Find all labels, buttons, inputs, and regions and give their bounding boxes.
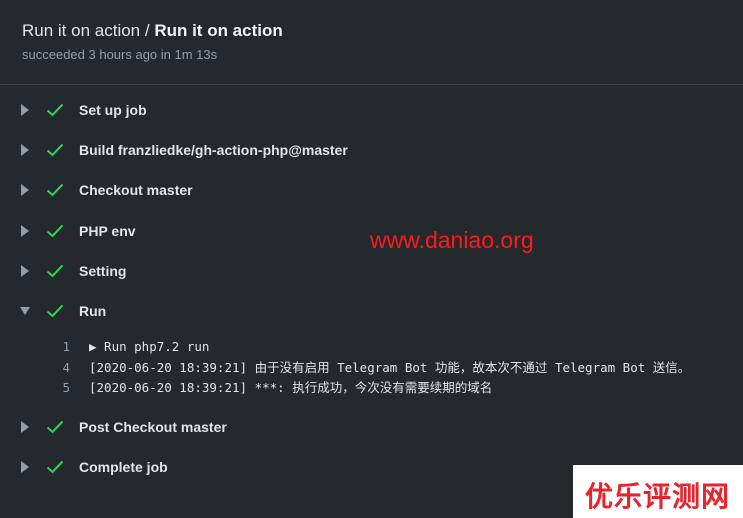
step-label: Checkout master bbox=[79, 182, 193, 199]
step-run-log: 1 ▶ Run php7.2 run 4 [2020-06-20 18:39:2… bbox=[0, 331, 743, 407]
job-header: Run it on action / Run it on action succ… bbox=[0, 0, 743, 85]
check-icon bbox=[46, 103, 64, 117]
step-label: Complete job bbox=[79, 458, 168, 475]
step-setting[interactable]: Setting bbox=[0, 251, 743, 291]
watermark-badge: 优乐评测网 bbox=[573, 465, 743, 518]
step-label: Build franzliedke/gh-action-php@master bbox=[79, 142, 348, 159]
chevron-right-icon[interactable] bbox=[20, 224, 30, 237]
log-line-text[interactable]: ▶ Run php7.2 run bbox=[89, 337, 209, 358]
log-line: 4 [2020-06-20 18:39:21] 由于没有启用 Telegram … bbox=[0, 358, 743, 379]
log-line-number[interactable]: 4 bbox=[40, 358, 70, 379]
step-label: Post Checkout master bbox=[79, 418, 227, 435]
log-line[interactable]: 1 ▶ Run php7.2 run bbox=[0, 337, 743, 358]
check-icon bbox=[46, 460, 64, 474]
page-title: Run it on action / Run it on action bbox=[22, 21, 283, 41]
title-separator: / bbox=[140, 21, 155, 40]
check-icon bbox=[46, 184, 64, 197]
chevron-right-icon[interactable] bbox=[20, 144, 30, 157]
badge-text: 优乐评测网 bbox=[585, 480, 731, 513]
site-watermark: www.daniao.org bbox=[370, 227, 534, 253]
log-line-text: [2020-06-20 18:39:21] ***: 执行成功，今次没有需要续期… bbox=[89, 380, 493, 396]
log-line-text: [2020-06-20 18:39:21] 由于没有启用 Telegram Bo… bbox=[89, 359, 691, 375]
check-icon bbox=[46, 420, 64, 434]
log-line: 5 [2020-06-20 18:39:21] ***: 执行成功，今次没有需要… bbox=[0, 378, 743, 399]
step-set-up-job[interactable]: Set up job bbox=[0, 90, 743, 130]
check-icon bbox=[46, 264, 64, 278]
step-label: PHP env bbox=[79, 222, 136, 239]
step-checkout-master[interactable]: Checkout master bbox=[0, 170, 743, 210]
step-label: Run bbox=[79, 303, 107, 320]
chevron-right-icon[interactable] bbox=[20, 104, 30, 117]
log-line-number[interactable]: 5 bbox=[40, 378, 70, 399]
steps-list: Set up job Build franzliedke/gh-action-p… bbox=[0, 90, 743, 487]
check-icon bbox=[46, 304, 64, 318]
chevron-down-icon[interactable] bbox=[20, 305, 30, 317]
step-run[interactable]: Run bbox=[0, 291, 743, 331]
step-build-action[interactable]: Build franzliedke/gh-action-php@master bbox=[0, 130, 743, 170]
chevron-right-icon[interactable] bbox=[20, 184, 30, 197]
workflow-name[interactable]: Run it on action bbox=[22, 21, 140, 40]
log-line-number[interactable]: 1 bbox=[40, 337, 70, 358]
chevron-right-icon[interactable] bbox=[20, 460, 30, 473]
step-label: Setting bbox=[79, 262, 127, 279]
step-post-checkout-master[interactable]: Post Checkout master bbox=[0, 407, 743, 447]
check-icon bbox=[46, 144, 64, 157]
chevron-right-icon[interactable] bbox=[20, 420, 30, 433]
chevron-right-icon[interactable] bbox=[20, 264, 30, 277]
check-icon bbox=[46, 224, 64, 238]
job-status-summary: succeeded 3 hours ago in 1m 13s bbox=[22, 47, 218, 62]
job-name: Run it on action bbox=[154, 21, 283, 40]
step-label: Set up job bbox=[79, 102, 147, 119]
